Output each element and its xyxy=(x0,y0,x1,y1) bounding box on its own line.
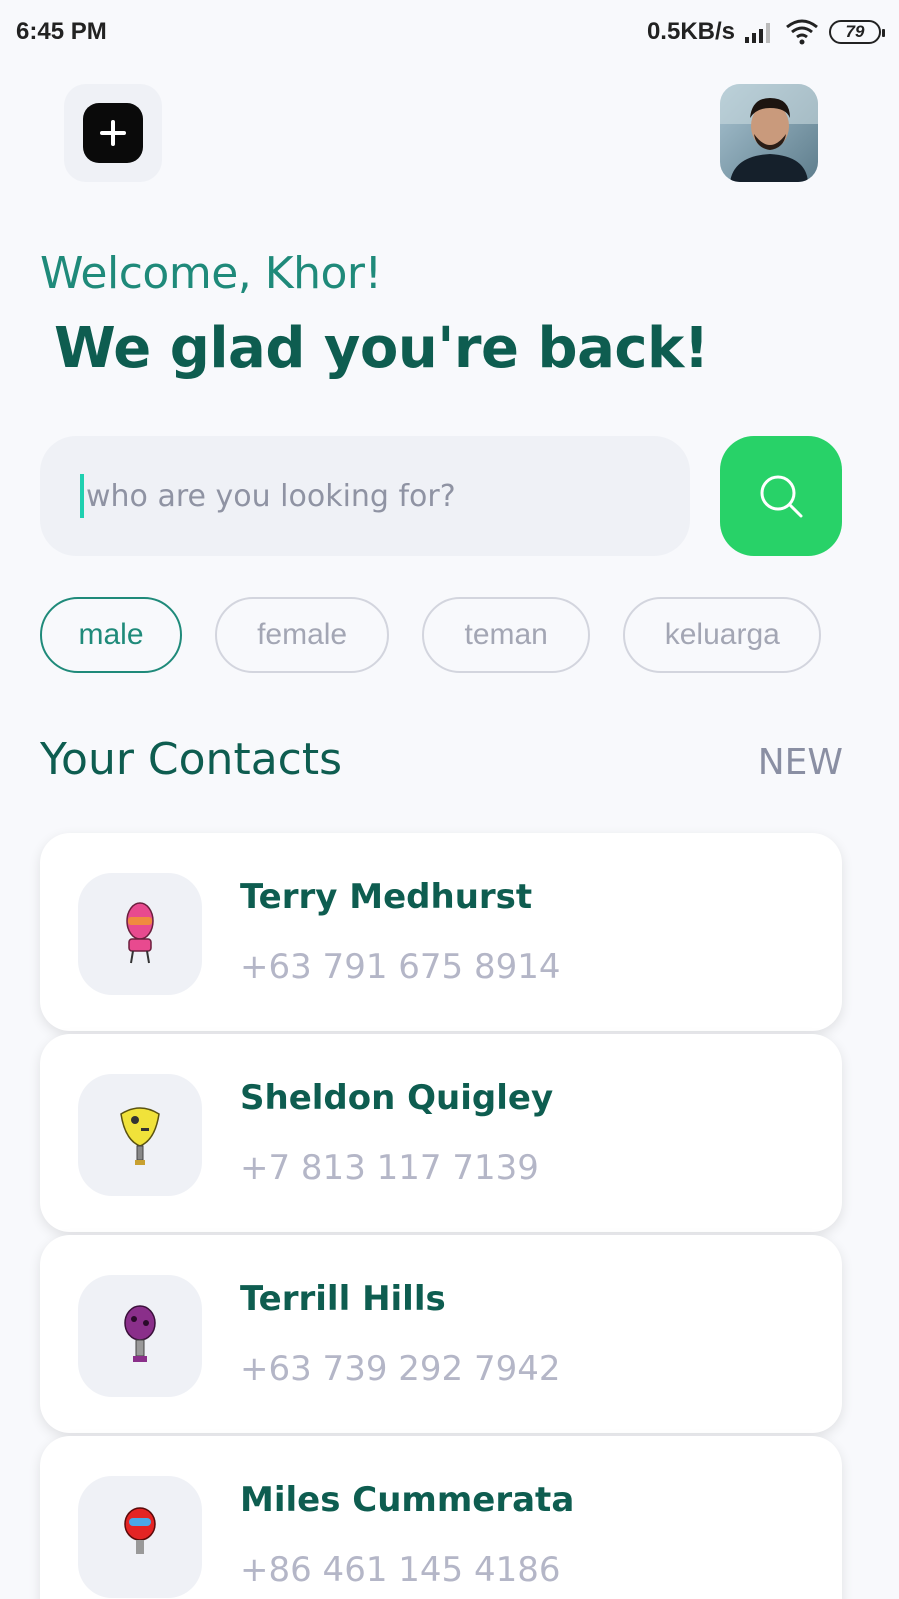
contact-avatar xyxy=(78,1275,202,1397)
search-input[interactable] xyxy=(86,478,646,514)
contact-avatar xyxy=(78,1074,202,1196)
plus-icon xyxy=(100,120,126,146)
status-bar: 6:45 PM 0.5KB/s 79 xyxy=(0,0,899,64)
chip-keluarga[interactable]: keluarga xyxy=(623,597,822,673)
contact-avatar xyxy=(78,1476,202,1598)
robot-avatar-icon xyxy=(120,1107,160,1165)
text-caret xyxy=(80,474,84,518)
contact-name: Terrill Hills xyxy=(240,1279,446,1319)
contact-phone: +63 791 675 8914 xyxy=(240,947,561,987)
chip-teman[interactable]: teman xyxy=(422,597,591,673)
battery-indicator: 79 xyxy=(829,20,885,44)
contact-name: Sheldon Quigley xyxy=(240,1078,554,1118)
contact-card[interactable]: Sheldon Quigley +7 813 117 7139 xyxy=(40,1034,842,1232)
network-speed: 0.5KB/s xyxy=(646,18,735,45)
add-button-inner xyxy=(83,103,143,163)
new-contact-link[interactable]: NEW xyxy=(758,742,843,783)
signal-icon xyxy=(745,23,770,43)
welcome-text: Welcome, Khor! xyxy=(40,248,382,299)
contact-name: Terry Medhurst xyxy=(240,877,533,917)
contact-card[interactable]: Terrill Hills +63 739 292 7942 xyxy=(40,1235,842,1433)
search-button[interactable] xyxy=(720,436,842,556)
wifi-icon xyxy=(786,19,818,45)
profile-avatar[interactable] xyxy=(720,84,818,182)
chip-female[interactable]: female xyxy=(215,597,390,673)
robot-avatar-icon xyxy=(126,902,154,964)
contact-phone: +7 813 117 7139 xyxy=(240,1148,539,1188)
contacts-section-title: Your Contacts xyxy=(40,734,343,785)
profile-photo xyxy=(720,84,818,182)
status-indicators: 0.5KB/s 79 xyxy=(646,18,885,46)
contact-phone: +63 739 292 7942 xyxy=(240,1349,561,1389)
chip-male[interactable]: male xyxy=(40,597,182,673)
filter-chips: male female teman keluarga xyxy=(40,597,843,675)
contact-card[interactable]: Miles Cummerata +86 461 145 4186 xyxy=(40,1436,842,1599)
contact-name: Miles Cummerata xyxy=(240,1480,575,1520)
robot-avatar-icon xyxy=(124,1507,156,1554)
contact-card[interactable]: Terry Medhurst +63 791 675 8914 xyxy=(40,833,842,1031)
contact-phone: +86 461 145 4186 xyxy=(240,1550,561,1590)
status-time: 6:45 PM xyxy=(16,18,107,45)
robot-avatar-icon xyxy=(124,1305,156,1362)
contact-avatar xyxy=(78,873,202,995)
search-field[interactable] xyxy=(40,436,690,556)
add-contact-button[interactable] xyxy=(64,84,162,182)
search-icon xyxy=(760,475,803,518)
page-title: We glad you're back! xyxy=(54,316,709,381)
battery-level: 79 xyxy=(845,22,865,41)
